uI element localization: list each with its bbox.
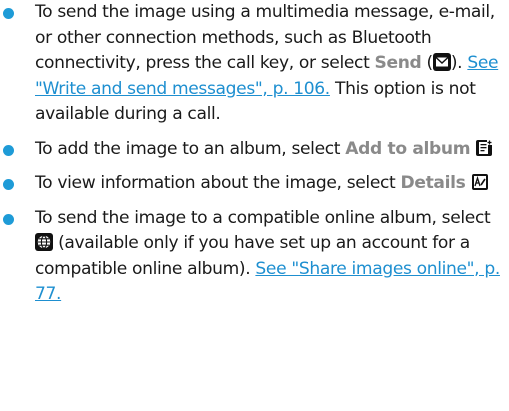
details-icon — [471, 173, 489, 191]
send-option-label: Send — [374, 53, 422, 73]
paren-close: ). — [450, 53, 468, 73]
item-text: To send the image to a compatible online… — [35, 207, 491, 228]
bullet-dot — [3, 213, 14, 225]
bullet-list: To send the image using a multimedia mes… — [2, 0, 509, 308]
bullet-dot — [3, 8, 14, 19]
bullet-dot — [3, 179, 14, 190]
add-to-album-icon — [475, 139, 493, 157]
list-item-add-to-album: To add the image to an album, select Add… — [2, 137, 509, 163]
list-item-online-album: To send the image to a compatible online… — [2, 206, 509, 308]
manual-page: To send the image using a multimedia mes… — [0, 0, 509, 411]
item-text: To view information about the image, sel… — [35, 173, 401, 193]
paren-open: ( — [421, 53, 434, 73]
list-item-send: To send the image using a multimedia mes… — [2, 0, 509, 128]
envelope-icon — [432, 53, 451, 71]
item-text: To add the image to an album, select — [35, 138, 346, 159]
list-item-details: To view information about the image, sel… — [2, 171, 509, 197]
add-to-album-option-label: Add to album — [345, 138, 471, 159]
globe-share-icon — [35, 233, 53, 251]
details-option-label: Details — [400, 173, 466, 193]
bullet-dot — [3, 144, 14, 156]
